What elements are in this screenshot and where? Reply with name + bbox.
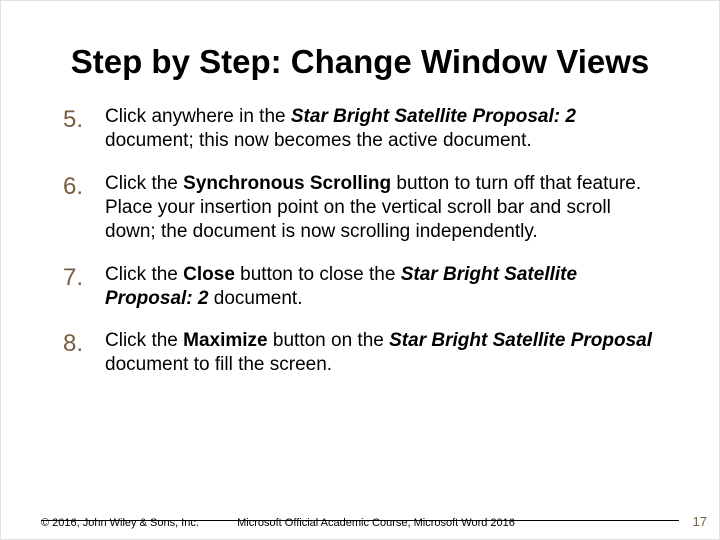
step-list: 5. Click anywhere in the Star Bright Sat… <box>63 105 657 378</box>
text-run: Click the <box>105 330 183 351</box>
list-item: 5. Click anywhere in the Star Bright Sat… <box>105 105 657 154</box>
footer: © 2016, John Wiley & Sons, Inc. Microsof… <box>1 517 720 529</box>
text-run: Synchronous Scrolling <box>183 173 391 194</box>
page-number: 17 <box>693 514 707 529</box>
text-run: button on the <box>268 330 390 351</box>
text-run: Click anywhere in the <box>105 106 291 127</box>
text-run: Click the <box>105 264 183 285</box>
text-run: Star Bright Satellite Proposal <box>389 330 652 351</box>
text-run: document; this now becomes the active do… <box>105 130 532 151</box>
text-run: button to close the <box>235 264 401 285</box>
list-item: 6. Click the Synchronous Scrolling butto… <box>105 172 657 245</box>
step-text: Click the Close button to close the Star… <box>105 264 577 309</box>
list-item: 8. Click the Maximize button on the Star… <box>105 329 657 378</box>
step-number: 5. <box>63 105 83 136</box>
text-run: Maximize <box>183 330 267 351</box>
footer-center: Microsoft Official Academic Course, Micr… <box>31 517 720 529</box>
step-number: 8. <box>63 329 83 360</box>
step-number: 7. <box>63 263 83 294</box>
text-run: Click the <box>105 173 183 194</box>
step-number: 6. <box>63 172 83 203</box>
text-run: document to fill the screen. <box>105 354 332 375</box>
step-text: Click the Synchronous Scrolling button t… <box>105 173 641 243</box>
step-text: Click anywhere in the Star Bright Satell… <box>105 106 576 151</box>
text-run: Close <box>183 264 235 285</box>
slide-title: Step by Step: Change Window Views <box>63 43 657 81</box>
step-text: Click the Maximize button on the Star Br… <box>105 330 652 375</box>
text-run: Star Bright Satellite Proposal: 2 <box>291 106 576 127</box>
text-run: document. <box>208 288 302 309</box>
list-item: 7. Click the Close button to close the S… <box>105 263 657 312</box>
slide: Step by Step: Change Window Views 5. Cli… <box>0 0 720 540</box>
